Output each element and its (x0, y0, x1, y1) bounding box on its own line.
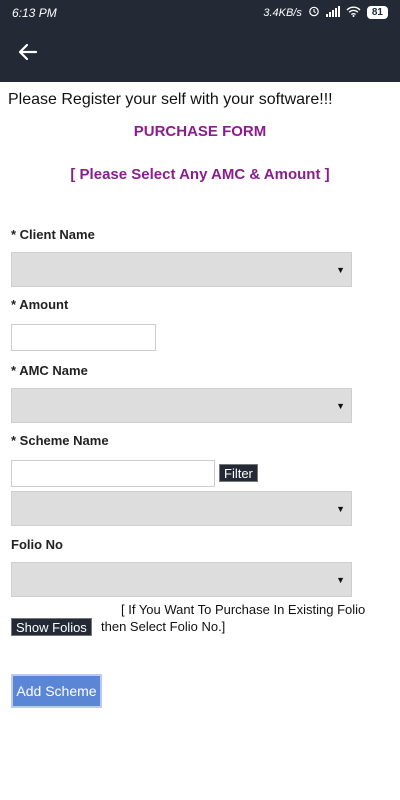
status-icons: 3.4KB/s 81 (263, 5, 388, 20)
net-speed: 3.4KB/s (263, 6, 302, 19)
status-time: 6:13 PM (12, 6, 57, 20)
client-name-label: * Client Name (11, 227, 95, 242)
scheme-filter-input[interactable] (11, 460, 215, 487)
scheme-name-label: * Scheme Name (11, 433, 109, 448)
signal-icon (325, 5, 340, 20)
wifi-icon (346, 6, 361, 20)
dropdown-caret-icon: ▼ (336, 401, 345, 411)
back-button[interactable] (12, 38, 44, 70)
filter-button[interactable]: Filter (219, 464, 258, 482)
folio-hint-line1: [ If You Want To Purchase In Existing Fo… (121, 602, 366, 617)
amc-name-label: * AMC Name (11, 363, 88, 378)
amount-input[interactable] (11, 324, 156, 351)
show-folios-button[interactable]: Show Folios (11, 618, 92, 636)
purchase-form: Please Register your self with your soft… (0, 82, 400, 800)
arrow-left-icon (18, 42, 38, 67)
battery-indicator: 81 (366, 6, 388, 19)
form-title: PURCHASE FORM (133, 123, 267, 140)
dropdown-caret-icon: ▼ (336, 504, 345, 514)
dropdown-caret-icon: ▼ (336, 575, 345, 585)
intro-text: Please Register your self with your soft… (8, 91, 333, 108)
amc-name-select[interactable]: ▼ (11, 388, 352, 423)
folio-hint-line2: then Select Folio No.] (101, 619, 226, 634)
client-name-select[interactable]: ▼ (11, 252, 352, 287)
amount-label: * Amount (11, 297, 69, 312)
add-scheme-button[interactable]: Add Scheme (11, 674, 102, 708)
status-bar: 6:13 PM 3.4KB/s 81 (0, 0, 400, 26)
dropdown-caret-icon: ▼ (336, 265, 345, 275)
scheme-name-select[interactable]: ▼ (11, 491, 352, 526)
app-bar (0, 26, 400, 82)
folio-no-select[interactable]: ▼ (11, 562, 352, 597)
form-subtitle: [ Please Select Any AMC & Amount ] (70, 166, 330, 183)
alarm-icon (308, 5, 320, 20)
folio-no-label: Folio No (11, 537, 63, 552)
